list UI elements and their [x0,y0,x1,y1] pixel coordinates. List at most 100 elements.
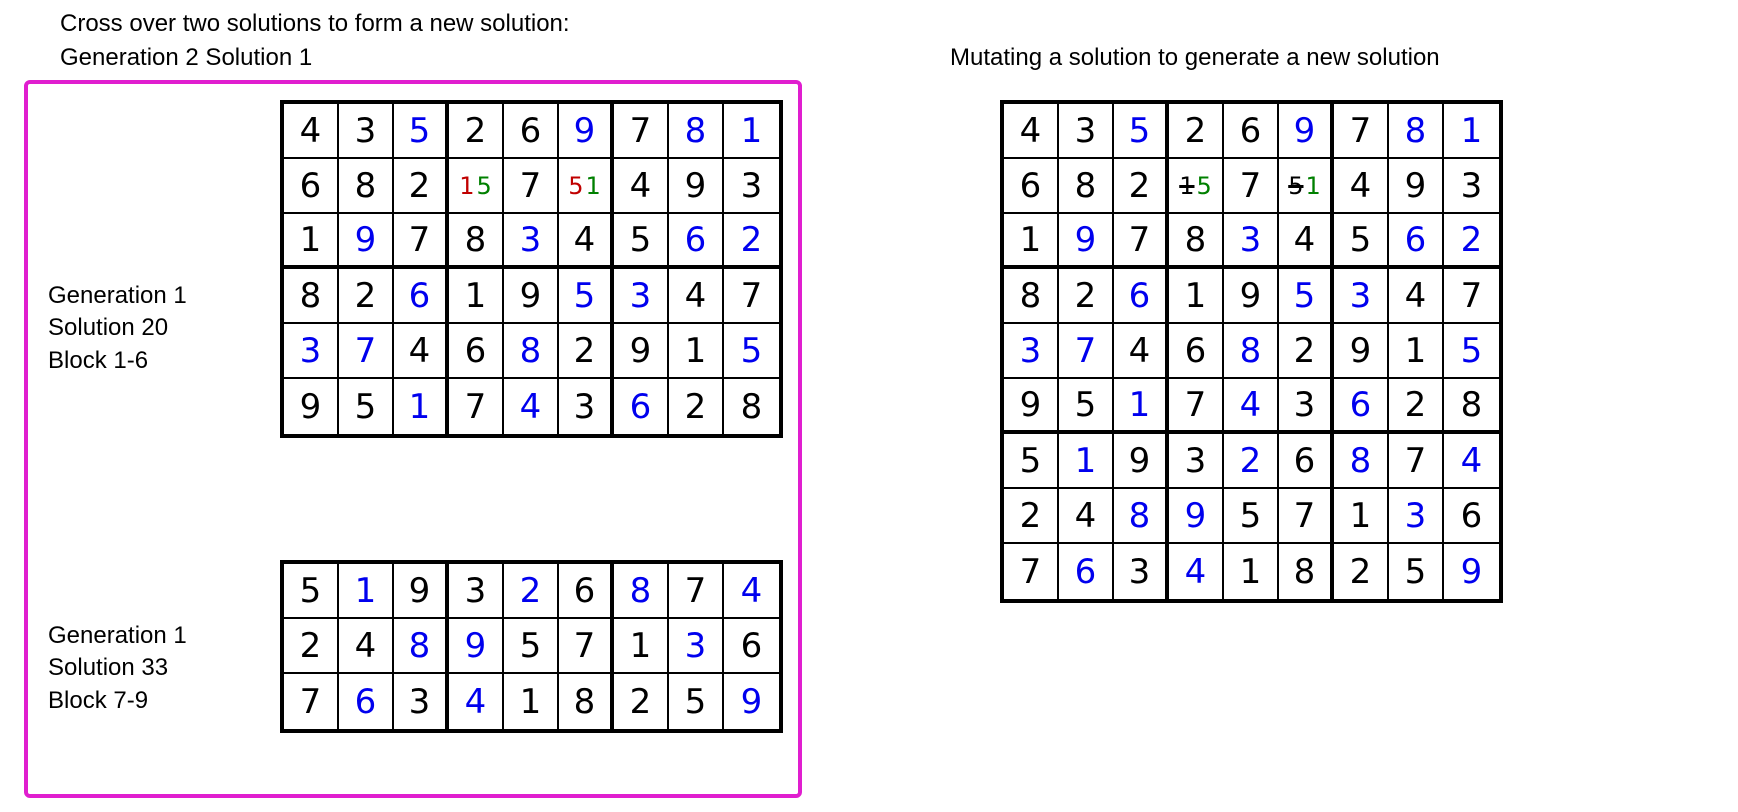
sudoku-cell: 8 [284,269,339,324]
mutation-digit: 1 [1306,174,1321,198]
sudoku-cell: 6 [1389,214,1444,269]
sudoku-cell: 9 [724,674,779,729]
sudoku-cell: 3 [1444,159,1499,214]
sudoku-cell: 7 [669,564,724,619]
mutation-digit: 5 [1288,174,1303,198]
sudoku-cell: 1 [614,619,669,674]
sudoku-cell: 7 [339,324,394,379]
sudoku-cell: 5 [1334,214,1389,269]
sudoku-cell: 8 [669,104,724,159]
sudoku-cell: 2 [1224,434,1279,489]
sudoku-cell: 2 [724,214,779,269]
mutation-digit: 1 [586,174,601,198]
sudoku-cell: 8 [559,674,614,729]
sudoku-cell: 1 [339,564,394,619]
sudoku-cell: 6 [614,379,669,434]
sudoku-cell: 9 [1279,104,1334,159]
sudoku-cell: 7 [1444,269,1499,324]
sudoku-cell: 8 [1114,489,1169,544]
sudoku-cell: 1 [1169,269,1224,324]
sudoku-cell: 9 [1169,489,1224,544]
sudoku-cell: 6 [669,214,724,269]
sudoku-cell: 4 [559,214,614,269]
sudoku-cell: 8 [504,324,559,379]
sudoku-cell: 3 [1114,544,1169,599]
mutation-digit: 5 [1197,174,1212,198]
sudoku-cell: 15 [1169,159,1224,214]
sudoku-cell: 3 [1004,324,1059,379]
sudoku-cell: 5 [1114,104,1169,159]
sudoku-cell: 6 [394,269,449,324]
mutation-digit: 1 [1179,174,1194,198]
sudoku-cell: 7 [1279,489,1334,544]
sudoku-cell: 5 [1059,379,1114,434]
sudoku-grid-top: 4352697816821575149319783456282619534737… [280,100,783,438]
sudoku-cell: 1 [449,269,504,324]
sudoku-cell: 3 [1389,489,1444,544]
sudoku-cell: 7 [394,214,449,269]
sudoku-cell: 4 [504,379,559,434]
sudoku-cell: 6 [339,674,394,729]
sudoku-cell: 4 [1279,214,1334,269]
sudoku-cell: 4 [669,269,724,324]
sudoku-cell: 5 [614,214,669,269]
sudoku-cell: 5 [1224,489,1279,544]
sudoku-cell: 1 [724,104,779,159]
sudoku-cell: 8 [1224,324,1279,379]
sudoku-cell: 3 [614,269,669,324]
mutation-digit: 5 [477,174,492,198]
sudoku-cell: 4 [1169,544,1224,599]
sudoku-grid-bottom: 519326874248957136763418259 [280,560,783,733]
sudoku-cell: 4 [1059,489,1114,544]
sudoku-cell: 3 [1059,104,1114,159]
sudoku-cell: 4 [724,564,779,619]
sudoku-cell: 2 [1059,269,1114,324]
sudoku-cell: 6 [1169,324,1224,379]
sudoku-cell: 2 [394,159,449,214]
sudoku-cell: 6 [1444,489,1499,544]
sudoku-cell: 2 [669,379,724,434]
sudoku-cell: 9 [1059,214,1114,269]
sudoku-grid-mutation: 4352697816821575149319783456282619534737… [1000,100,1503,603]
sudoku-cell: 7 [1059,324,1114,379]
sudoku-cell: 2 [1114,159,1169,214]
sudoku-cell: 3 [669,619,724,674]
sudoku-cell: 6 [1059,544,1114,599]
sudoku-cell: 6 [504,104,559,159]
crossover-title-line2: Generation 2 Solution 1 [60,44,312,72]
sudoku-cell: 1 [1224,544,1279,599]
sudoku-cell: 3 [1279,379,1334,434]
sudoku-cell: 5 [724,324,779,379]
sudoku-cell: 7 [559,619,614,674]
sudoku-cell: 8 [1334,434,1389,489]
sudoku-cell: 3 [339,104,394,159]
sudoku-cell: 4 [449,674,504,729]
sudoku-cell: 9 [1334,324,1389,379]
sudoku-cell: 4 [1004,104,1059,159]
sudoku-cell: 1 [1444,104,1499,159]
sudoku-cell: 4 [1389,269,1444,324]
sudoku-cell: 1 [284,214,339,269]
sudoku-cell: 2 [1004,489,1059,544]
sudoku-cell: 7 [504,159,559,214]
sudoku-cell: 3 [1224,214,1279,269]
sudoku-cell: 1 [1059,434,1114,489]
sudoku-cell: 1 [1004,214,1059,269]
sudoku-cell: 5 [339,379,394,434]
sudoku-cell: 8 [1004,269,1059,324]
sudoku-cell: 7 [284,674,339,729]
sudoku-cell: 8 [1059,159,1114,214]
sudoku-cell: 4 [284,104,339,159]
sudoku-cell: 3 [284,324,339,379]
sudoku-cell: 8 [339,159,394,214]
mutation-digit: 5 [568,174,583,198]
sudoku-cell: 8 [394,619,449,674]
sudoku-cell: 2 [1169,104,1224,159]
sudoku-cell: 7 [1114,214,1169,269]
sudoku-cell: 8 [1279,544,1334,599]
sudoku-cell: 8 [449,214,504,269]
sudoku-cell: 9 [614,324,669,379]
sudoku-cell: 2 [449,104,504,159]
sudoku-cell: 3 [449,564,504,619]
sudoku-cell: 1 [394,379,449,434]
